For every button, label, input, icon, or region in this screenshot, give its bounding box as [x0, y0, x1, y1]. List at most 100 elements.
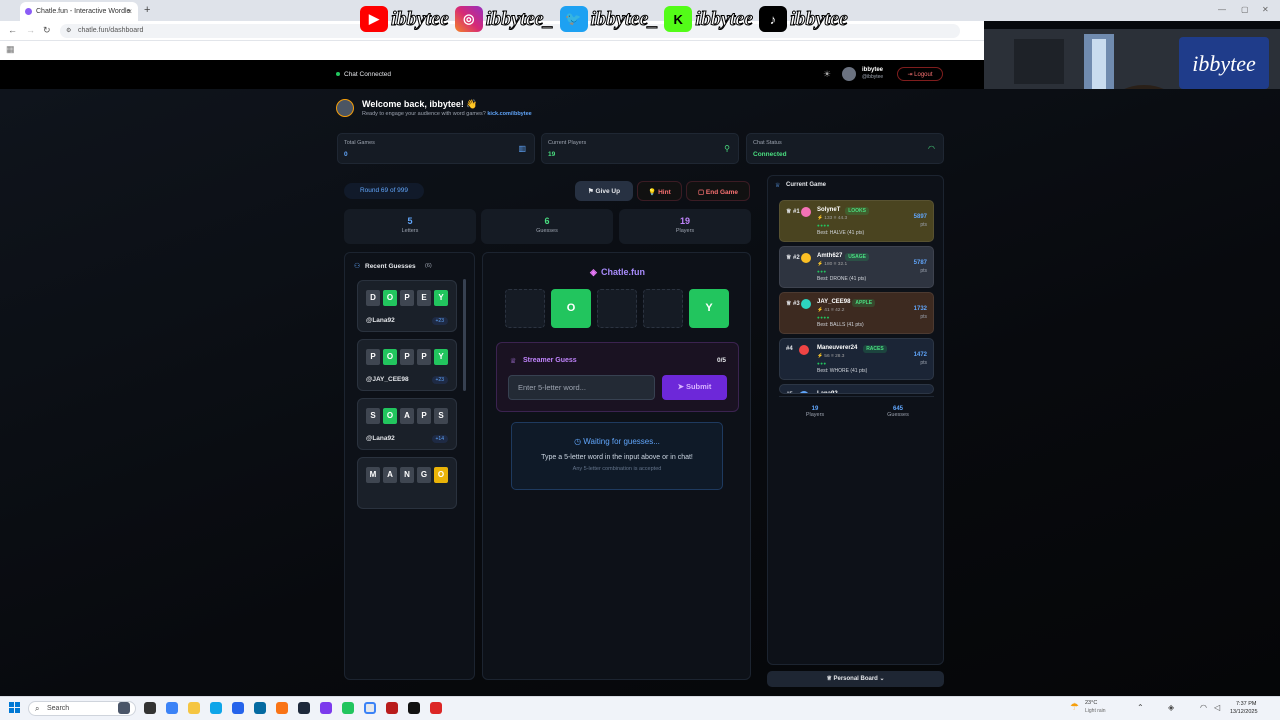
guess-tiles: SOAPS [366, 408, 448, 424]
board-tile: Y [689, 289, 729, 328]
stat-value: 0 [344, 151, 348, 158]
guess-user: @Lana92 [366, 435, 395, 442]
player-streak-dots: ●●●● [817, 315, 830, 320]
forward-button[interactable]: → [26, 25, 35, 35]
leaderboard-card: ♕ #2 Amth627 ⚡ 180 ≡ 32.1 ●●● Best: DRONE (4… [779, 246, 934, 288]
obs-icon[interactable] [408, 702, 420, 714]
instagram-handle: ibbytee_ [485, 7, 554, 30]
user-avatar[interactable] [842, 67, 856, 81]
player-best-word: Best: BALLS (41 pts) [817, 322, 864, 328]
word-input[interactable]: Enter 5-letter word... [508, 375, 655, 400]
twitter-handle: ibbytee_ [590, 7, 659, 30]
letters-label: Letters [401, 228, 419, 234]
theme-toggle-icon[interactable]: ☀ [823, 69, 831, 80]
guess-user: @Lana92 [366, 317, 395, 324]
chatle-logo: ◈ Chatle.fun [590, 267, 645, 277]
edge-icon[interactable] [210, 702, 222, 714]
divider [779, 396, 934, 397]
guess-tile: O [434, 467, 448, 483]
personal-board-button[interactable]: ♕ Personal Board ⌄ [767, 671, 944, 687]
widgets-icon[interactable] [118, 702, 130, 714]
tray-chevron-icon[interactable]: ⌃ [1137, 703, 1144, 712]
stat-total-games: Total Games 0 ▥ [337, 133, 535, 164]
welcome-avatar [336, 99, 354, 117]
kick-icon: K [664, 6, 693, 32]
chrome-icon[interactable] [364, 702, 376, 714]
store-icon[interactable] [232, 702, 244, 714]
end-game-button[interactable]: ▢ End Game [686, 181, 750, 201]
chat-connected-status: Chat Connected [336, 71, 391, 78]
guess-tile: O [383, 408, 397, 424]
new-tab-button[interactable]: + [144, 4, 150, 16]
stat-value: 19 [548, 151, 556, 158]
reload-button[interactable]: ↻ [43, 25, 51, 36]
game-panel: ◈ Chatle.fun OY ♕ Streamer Guess 0/5 Ente… [482, 252, 751, 680]
waiting-note: Any 5-letter combination is accepted [572, 466, 662, 472]
footer-players-label: Players [805, 412, 825, 418]
guess-tile: D [366, 290, 380, 306]
player-best-word: Best: WHORE (41 pts) [817, 368, 868, 374]
task-view-icon[interactable] [144, 702, 156, 714]
back-button[interactable]: ← [8, 25, 17, 35]
maximize-button[interactable]: ▢ [1241, 5, 1249, 14]
board-tile [643, 289, 683, 328]
guess-card: P O P P Y @JAY_CEE98 +23 [357, 339, 457, 391]
guess-points: +14 [431, 435, 448, 443]
stat-label: Current Players [548, 140, 587, 146]
crown-icon: ♕ [510, 358, 517, 365]
logout-button[interactable]: ⇥ Logout [897, 67, 943, 81]
tiktok-icon: ♪ [759, 6, 787, 32]
hint-button[interactable]: 💡 Hint [637, 181, 682, 201]
player-current-word: APPLE [852, 299, 876, 307]
scrollbar[interactable] [463, 279, 466, 391]
weather-icon[interactable]: ☂ [1070, 702, 1079, 713]
browser-tab[interactable]: Chatle.fun - Interactive Wordle × [20, 2, 138, 21]
site-info-icon[interactable]: ⚙ [66, 27, 71, 34]
submit-button[interactable]: ➤ Submit [662, 375, 727, 400]
chatle-logo-icon: ◈ [590, 267, 597, 277]
minimize-button[interactable]: — [1218, 5, 1226, 14]
apps-grid-icon[interactable]: ▦ [6, 44, 15, 55]
stat-label: Total Games [344, 140, 375, 146]
player-name: SolyneT [817, 207, 841, 213]
wifi-tray-icon[interactable]: ◠ [1200, 703, 1207, 712]
word-board: OY [505, 289, 729, 328]
windows-start-icon[interactable] [9, 702, 21, 714]
points-label: pts [920, 268, 927, 274]
volume-icon[interactable]: ◁ [1214, 703, 1220, 712]
steam-icon[interactable] [298, 702, 310, 714]
youtube-handle: ibbytee [391, 7, 450, 30]
weather-temp: 23°C [1085, 700, 1098, 706]
guess-card: MANGO [357, 457, 457, 509]
discord-icon[interactable] [320, 702, 332, 714]
bar-chart-icon: ▥ [518, 144, 526, 153]
recent-guesses-title: Recent Guesses [365, 263, 416, 270]
app-red-icon[interactable] [430, 702, 442, 714]
spotify-icon[interactable] [342, 702, 354, 714]
players-label: Players [675, 228, 695, 234]
copilot-icon[interactable] [166, 702, 178, 714]
footer-guesses-label: Guesses [887, 412, 909, 418]
outlook-icon[interactable] [254, 702, 266, 714]
kick-handle: ibbytee [695, 7, 754, 30]
guess-card: S O A P S @Lana92 +14 [357, 398, 457, 450]
leaderboard-card: ♕ #1 SolyneT ⚡ 133 ≡ 44.3 ●●●● Best: HALVE (… [779, 200, 934, 242]
guess-tile: Y [434, 349, 448, 365]
player-rank: #5 [786, 392, 793, 393]
guess-tiles: POPPY [366, 349, 448, 365]
player-rank: ♕ #2 [786, 255, 800, 261]
close-window-button[interactable]: ✕ [1262, 5, 1269, 14]
recent-guesses-count: (6) [425, 263, 432, 269]
guess-tile: S [434, 408, 448, 424]
give-up-button[interactable]: ⚑ Give Up [575, 181, 633, 201]
app-icon[interactable] [386, 702, 398, 714]
guess-tile: P [366, 349, 380, 365]
channel-link[interactable]: kick.com/ibbytee [487, 111, 531, 117]
brave-icon[interactable] [276, 702, 288, 714]
file-explorer-icon[interactable] [188, 702, 200, 714]
network-icon[interactable]: ◈ [1168, 703, 1174, 712]
guesses-value: 6 [544, 216, 550, 226]
player-name: JAY_CEE98 [817, 299, 851, 305]
tab-close-icon[interactable]: × [127, 7, 132, 16]
streamer-guess-box: ♕ Streamer Guess 0/5 Enter 5-letter word… [496, 342, 739, 412]
